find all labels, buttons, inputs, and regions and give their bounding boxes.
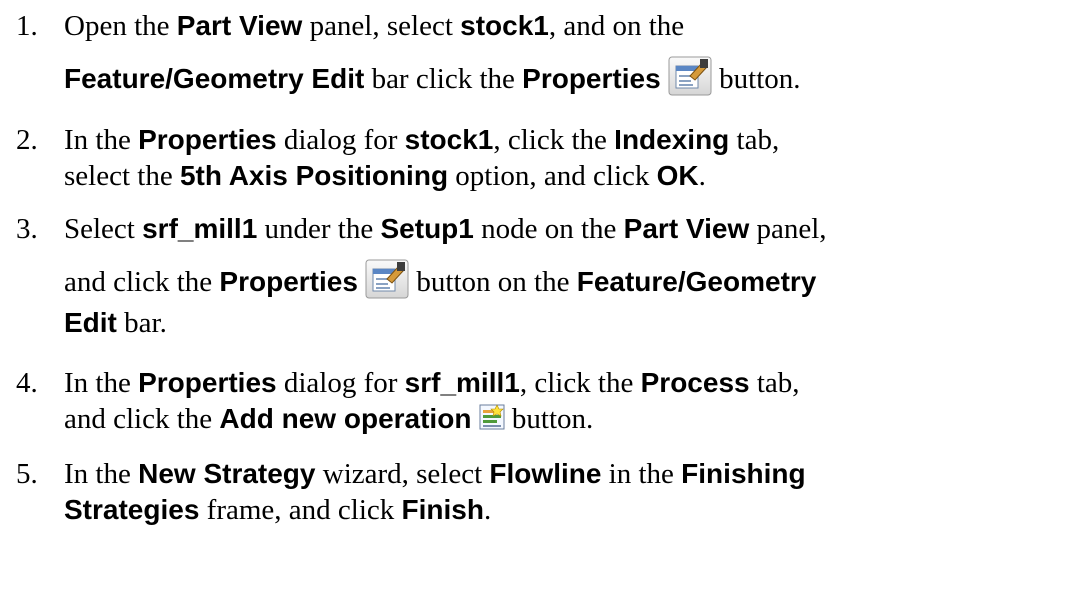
text: under the bbox=[257, 213, 381, 245]
text: Select bbox=[64, 213, 143, 245]
term: Finishing bbox=[681, 458, 806, 489]
term: Feature/Geometry Edit bbox=[64, 63, 365, 94]
text: dialog for bbox=[276, 124, 405, 156]
text: . bbox=[483, 494, 492, 526]
term: Indexing bbox=[614, 124, 730, 155]
text: frame, and click bbox=[199, 494, 402, 526]
text: In the bbox=[64, 124, 139, 156]
text: tab, bbox=[749, 367, 800, 399]
text: wizard, select bbox=[315, 458, 490, 490]
step-line: Strategies frame, and click Finish. bbox=[64, 494, 491, 527]
term: stock1 bbox=[460, 10, 549, 41]
term: Edit bbox=[64, 307, 117, 338]
step-line: Edit bar. bbox=[64, 307, 167, 340]
properties-icon bbox=[668, 56, 712, 96]
text: , and on the bbox=[548, 10, 685, 42]
text: In the bbox=[64, 367, 139, 399]
term: Part View bbox=[623, 213, 750, 244]
step-line: Feature/Geometry Edit bar click the Prop… bbox=[64, 56, 801, 96]
term: srf_mill1 bbox=[404, 367, 520, 398]
term: srf_mill1 bbox=[142, 213, 258, 244]
term: OK bbox=[656, 160, 699, 191]
text: and click the bbox=[64, 403, 220, 435]
text: bar click the bbox=[364, 63, 523, 95]
term: stock1 bbox=[404, 124, 494, 155]
term: Flowline bbox=[489, 458, 602, 489]
term: Properties bbox=[522, 63, 661, 94]
step-line: and click the Add new operation button. bbox=[64, 403, 593, 436]
term: 5th Axis Positioning bbox=[179, 160, 449, 191]
step-line: and click the Properties button on the F… bbox=[64, 259, 816, 299]
term: Setup1 bbox=[380, 213, 474, 244]
text: Open the bbox=[64, 10, 177, 42]
text: in the bbox=[601, 458, 682, 490]
step-number: 2. bbox=[16, 124, 38, 156]
term: Process bbox=[640, 367, 750, 398]
instruction-document: 1. Open the Part View panel, select stoc… bbox=[0, 0, 1069, 593]
term: Strategies bbox=[64, 494, 200, 525]
text: panel, bbox=[749, 213, 827, 245]
add-operation-icon bbox=[479, 404, 505, 430]
term: Feature/Geometry bbox=[576, 266, 817, 297]
text: button. bbox=[711, 63, 801, 95]
step-number: 5. bbox=[16, 458, 38, 490]
text: dialog for bbox=[276, 367, 405, 399]
term: Properties bbox=[138, 367, 277, 398]
text: option, and click bbox=[448, 160, 657, 192]
step-line: In the Properties dialog for srf_mill1, … bbox=[64, 367, 800, 400]
text: tab, bbox=[729, 124, 780, 156]
term: Part View bbox=[176, 10, 303, 41]
text: panel, select bbox=[302, 10, 461, 42]
step-number: 1. bbox=[16, 10, 38, 42]
step-line: select the 5th Axis Positioning option, … bbox=[64, 160, 706, 193]
term: Finish bbox=[401, 494, 484, 525]
step-line: In the New Strategy wizard, select Flowl… bbox=[64, 458, 806, 491]
text: button. bbox=[511, 403, 594, 435]
term: Add new operation bbox=[219, 403, 472, 434]
step-line: Select srf_mill1 under the Setup1 node o… bbox=[64, 213, 827, 246]
term: New Strategy bbox=[138, 458, 316, 489]
text: , click the bbox=[493, 124, 615, 156]
properties-icon bbox=[365, 259, 409, 299]
text: bar. bbox=[116, 307, 167, 339]
step-number: 4. bbox=[16, 367, 38, 399]
term: Properties bbox=[219, 266, 358, 297]
step-line: In the Properties dialog for stock1, cli… bbox=[64, 124, 779, 157]
step-line: Open the Part View panel, select stock1,… bbox=[64, 10, 684, 43]
text: and click the bbox=[64, 266, 220, 298]
term: Properties bbox=[138, 124, 277, 155]
text: button on the bbox=[409, 266, 577, 298]
text: select the bbox=[64, 160, 180, 192]
step-number: 3. bbox=[16, 213, 38, 245]
text: In the bbox=[64, 458, 139, 490]
text: . bbox=[698, 160, 706, 192]
text: , click the bbox=[519, 367, 641, 399]
text: node on the bbox=[473, 213, 624, 245]
